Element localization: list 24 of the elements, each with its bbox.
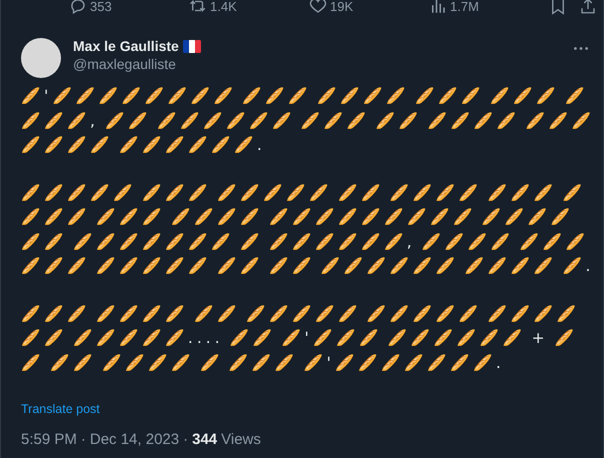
heart-icon <box>309 0 327 15</box>
speech-bubble-icon <box>69 0 87 15</box>
avatar-photo-placeholder[interactable] <box>21 38 61 78</box>
more-options-icon[interactable] <box>573 46 589 51</box>
author-name[interactable]: Max le Gaulliste <box>73 38 179 54</box>
like-button[interactable]: 19K <box>309 0 429 14</box>
views-label: Views <box>221 431 261 448</box>
post-text: 🥖🥖🥖🥖🥖 🥖🥖🥖 🥖🥖🥖🥖🥖 🥖🥖 🥖🥖🥖🥖 🥖🥖🥖 🥖 🥖🥖🥖 🥖🥖🥖 🥖🥖🥖🥖 🥖🥖🥖🥖🥖🥖🥖🥖🥖 🥖🥖🥖🥖 🥖🥖 🥖🥖🥖🥖🥖🥖🥖 🥖 🥖🥖🥖🥖🥖🥖, 🥖🥖🥖🥖 🥖🥖🥖 🥖🥖🥖 🥖🥖🥖🥖🥖 🥖🥖 🥖🥖 🥖🥖🥖🥖🥖🥖 🥖🥖🥖🥖 🥖. <box>21 182 596 277</box>
post-time[interactable]: 5:59 PM <box>21 431 77 448</box>
separator-dot: · <box>80 431 86 448</box>
author-handle[interactable]: @maxlegaulliste <box>73 56 201 72</box>
repost-button[interactable]: 1.4K <box>189 0 309 14</box>
post-text: 🥖🥖🥖 🥖🥖🥖🥖 🥖🥖 🥖🥖🥖🥖🥖 🥖🥖🥖🥖🥖 🥖🥖🥖🥖 🥖🥖 🥖🥖🥖🥖🥖.... 🥖🥖 🥖'🥖🥖🥖 🥖🥖🥖🥖🥖🥖 + 🥖🥖 🥖🥖 🥖🥖🥖🥖 🥖 🥖🥖🥖 🥖'🥖🥖🥖🥖🥖🥖🥖. <box>21 304 581 374</box>
views-count: 344 <box>192 431 218 448</box>
bar-chart-icon <box>429 0 447 15</box>
post-text: 🥖'🥖🥖🥖🥖🥖🥖🥖🥖 🥖🥖🥖 🥖🥖🥖🥖 🥖🥖🥖 🥖🥖🥖 🥖 🥖🥖🥖, 🥖🥖 🥖🥖🥖🥖🥖🥖 🥖🥖🥖 🥖🥖 🥖🥖🥖🥖 🥖🥖🥖 🥖🥖🥖🥖 🥖🥖🥖🥖🥖🥖. <box>21 86 596 156</box>
reply-button[interactable]: 353 <box>69 0 189 14</box>
post-date[interactable]: Dec 14, 2023 <box>90 431 180 448</box>
translate-link[interactable]: Translate post <box>21 402 100 416</box>
share-icon[interactable] <box>579 0 597 15</box>
flag-icon <box>182 40 201 52</box>
bookmark-icon[interactable] <box>549 0 567 15</box>
separator-dot: · <box>183 431 188 448</box>
views-button[interactable]: 1.7M <box>429 0 549 14</box>
